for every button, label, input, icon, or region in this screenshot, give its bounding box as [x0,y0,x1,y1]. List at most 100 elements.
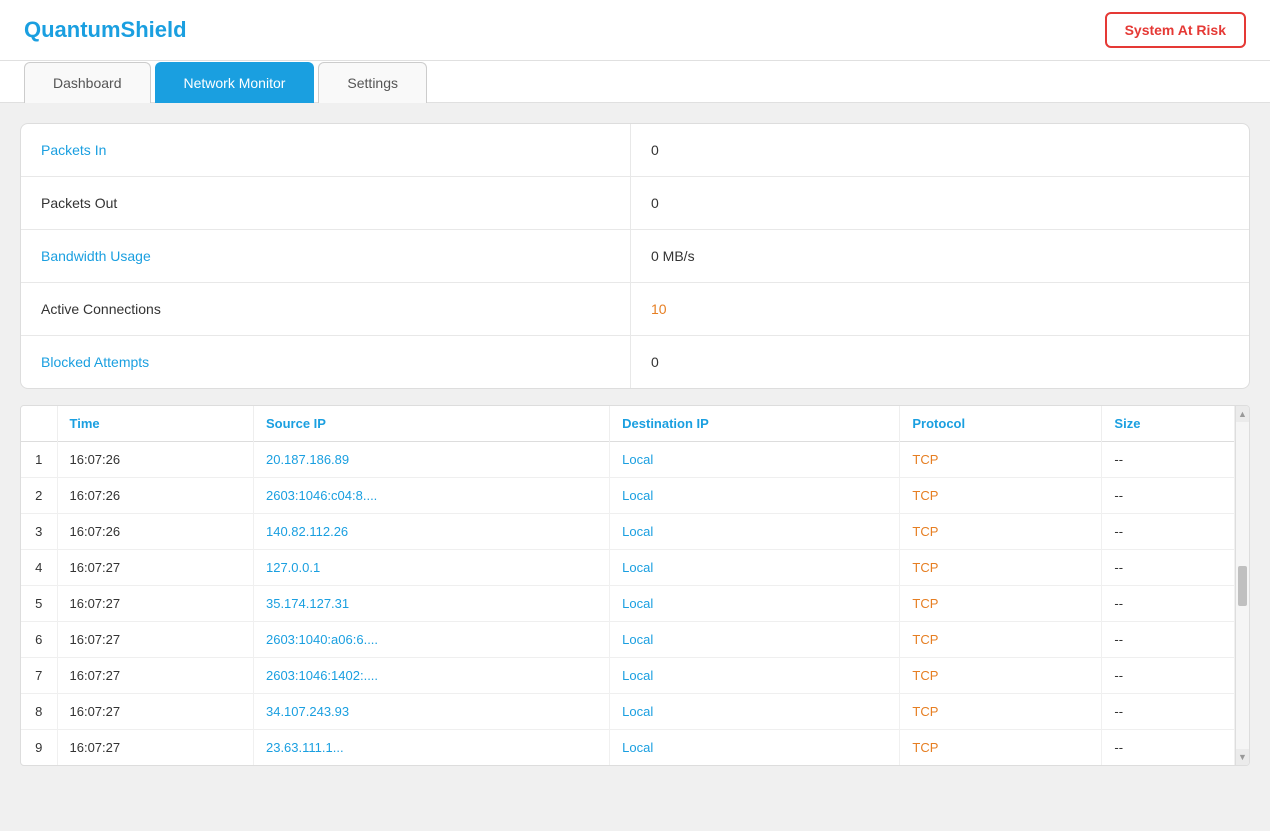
scrollbar-track[interactable]: ▲ ▼ [1235,406,1249,765]
scrollbar-up-arrow[interactable]: ▲ [1236,406,1249,422]
cell-protocol: TCP [900,730,1102,766]
cell-num: 6 [21,622,57,658]
connections-table: Time Source IP Destination IP Protocol S… [21,406,1235,765]
cell-size: -- [1102,658,1235,694]
cell-dest-ip: Local [610,730,900,766]
col-num [21,406,57,442]
table-row: 2 16:07:26 2603:1046:c04:8.... Local TCP… [21,478,1235,514]
col-protocol: Protocol [900,406,1102,442]
cell-source-ip: 2603:1046:c04:8.... [253,478,609,514]
cell-num: 5 [21,586,57,622]
cell-source-ip: 2603:1046:1402:.... [253,658,609,694]
cell-time: 16:07:26 [57,514,253,550]
packets-in-label: Packets In [21,124,631,176]
table-header-row: Time Source IP Destination IP Protocol S… [21,406,1235,442]
active-connections-label: Active Connections [21,283,631,335]
stat-row-packets-in: Packets In 0 [21,124,1249,177]
table-row: 7 16:07:27 2603:1046:1402:.... Local TCP… [21,658,1235,694]
cell-size: -- [1102,694,1235,730]
cell-dest-ip: Local [610,514,900,550]
bandwidth-value: 0 MB/s [631,230,1249,282]
cell-protocol: TCP [900,694,1102,730]
tabs-bar: Dashboard Network Monitor Settings [0,61,1270,103]
col-destination-ip: Destination IP [610,406,900,442]
packets-out-label: Packets Out [21,177,631,229]
cell-dest-ip: Local [610,586,900,622]
cell-time: 16:07:27 [57,730,253,766]
cell-num: 3 [21,514,57,550]
table-row: 9 16:07:27 23.63.111.1... Local TCP -- [21,730,1235,766]
cell-size: -- [1102,622,1235,658]
cell-size: -- [1102,442,1235,478]
table-row: 3 16:07:26 140.82.112.26 Local TCP -- [21,514,1235,550]
cell-time: 16:07:26 [57,442,253,478]
cell-source-ip: 20.187.186.89 [253,442,609,478]
table-wrapper: Time Source IP Destination IP Protocol S… [21,406,1249,765]
cell-dest-ip: Local [610,478,900,514]
cell-time: 16:07:27 [57,658,253,694]
table-row: 5 16:07:27 35.174.127.31 Local TCP -- [21,586,1235,622]
table-row: 8 16:07:27 34.107.243.93 Local TCP -- [21,694,1235,730]
table-row: 4 16:07:27 127.0.0.1 Local TCP -- [21,550,1235,586]
stat-row-packets-out: Packets Out 0 [21,177,1249,230]
cell-time: 16:07:27 [57,550,253,586]
cell-time: 16:07:27 [57,694,253,730]
cell-protocol: TCP [900,586,1102,622]
app-logo: QuantumShield [24,17,187,43]
cell-num: 8 [21,694,57,730]
col-source-ip: Source IP [253,406,609,442]
cell-dest-ip: Local [610,658,900,694]
cell-source-ip: 2603:1040:a06:6.... [253,622,609,658]
stats-grid: Packets In 0 Packets Out 0 Bandwidth Usa… [20,123,1250,389]
cell-protocol: TCP [900,478,1102,514]
cell-source-ip: 35.174.127.31 [253,586,609,622]
table-row: 6 16:07:27 2603:1040:a06:6.... Local TCP… [21,622,1235,658]
packets-out-value: 0 [631,177,1249,229]
cell-dest-ip: Local [610,622,900,658]
cell-num: 1 [21,442,57,478]
active-connections-value: 10 [631,283,1249,335]
cell-size: -- [1102,730,1235,766]
cell-time: 16:07:27 [57,586,253,622]
cell-source-ip: 127.0.0.1 [253,550,609,586]
cell-size: -- [1102,514,1235,550]
col-size: Size [1102,406,1235,442]
cell-protocol: TCP [900,514,1102,550]
cell-protocol: TCP [900,442,1102,478]
stat-row-blocked-attempts: Blocked Attempts 0 [21,336,1249,388]
tab-network-monitor[interactable]: Network Monitor [155,62,315,103]
scrollbar-thumb[interactable] [1238,566,1247,606]
cell-source-ip: 23.63.111.1... [253,730,609,766]
cell-num: 2 [21,478,57,514]
cell-time: 16:07:26 [57,478,253,514]
scrollbar-down-arrow[interactable]: ▼ [1236,749,1249,765]
cell-protocol: TCP [900,658,1102,694]
cell-time: 16:07:27 [57,622,253,658]
stat-row-active-connections: Active Connections 10 [21,283,1249,336]
cell-num: 9 [21,730,57,766]
cell-size: -- [1102,550,1235,586]
cell-protocol: TCP [900,550,1102,586]
stat-row-bandwidth: Bandwidth Usage 0 MB/s [21,230,1249,283]
cell-dest-ip: Local [610,694,900,730]
cell-dest-ip: Local [610,550,900,586]
app-header: QuantumShield System At Risk [0,0,1270,61]
cell-dest-ip: Local [610,442,900,478]
blocked-attempts-label: Blocked Attempts [21,336,631,388]
cell-protocol: TCP [900,622,1102,658]
cell-num: 7 [21,658,57,694]
table-row: 1 16:07:26 20.187.186.89 Local TCP -- [21,442,1235,478]
tab-dashboard[interactable]: Dashboard [24,62,151,103]
blocked-attempts-value: 0 [631,336,1249,388]
risk-badge: System At Risk [1105,12,1246,48]
tab-settings[interactable]: Settings [318,62,427,103]
cell-size: -- [1102,478,1235,514]
col-time: Time [57,406,253,442]
cell-size: -- [1102,586,1235,622]
cell-source-ip: 34.107.243.93 [253,694,609,730]
cell-source-ip: 140.82.112.26 [253,514,609,550]
bandwidth-label: Bandwidth Usage [21,230,631,282]
connections-table-container: Time Source IP Destination IP Protocol S… [20,405,1250,766]
cell-num: 4 [21,550,57,586]
main-content: Packets In 0 Packets Out 0 Bandwidth Usa… [0,103,1270,786]
